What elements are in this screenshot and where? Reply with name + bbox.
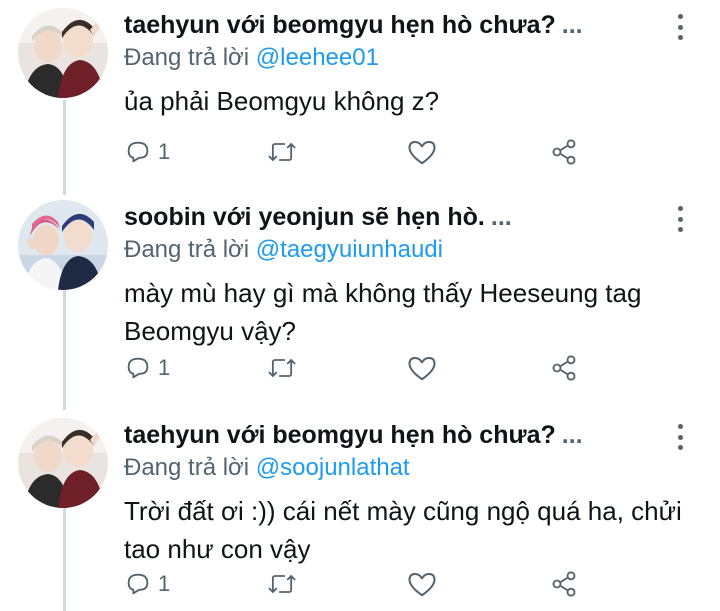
retweet-button[interactable] bbox=[266, 136, 298, 168]
like-button[interactable] bbox=[407, 568, 437, 600]
reply-icon bbox=[127, 573, 149, 595]
reply-icon bbox=[127, 357, 149, 379]
avatar[interactable] bbox=[18, 200, 108, 290]
reply-count: 1 bbox=[158, 139, 171, 164]
share-icon bbox=[552, 355, 576, 381]
tweet-text: ủa phải Beomgyu không z? bbox=[124, 86, 440, 116]
replying-to-label: Đang trả lời bbox=[124, 454, 250, 481]
tweet[interactable]: soobin với yeonjun sẽ hẹn hò.... Đang tr… bbox=[0, 192, 720, 406]
reply-handle-link[interactable]: @taegyuiunhaudi bbox=[256, 236, 443, 263]
retweet-button[interactable] bbox=[266, 568, 298, 600]
display-name[interactable]: taehyun với beomgyu hẹn hò chưa? bbox=[124, 421, 556, 449]
display-name[interactable]: taehyun với beomgyu hẹn hò chưa? bbox=[124, 11, 556, 39]
replying-to-label: Đang trả lời bbox=[124, 44, 250, 71]
like-icon bbox=[408, 141, 436, 165]
avatar[interactable] bbox=[18, 418, 108, 508]
tweet-header: taehyun với beomgyu hẹn hò chưa?... bbox=[124, 10, 660, 40]
tweet-header: taehyun với beomgyu hẹn hò chưa?... bbox=[124, 420, 660, 450]
replying-to: Đang trả lời @taegyuiunhaudi bbox=[124, 236, 443, 264]
tweet-actions: 1 bbox=[124, 352, 594, 384]
more-options-icon[interactable] bbox=[670, 424, 690, 450]
reply-button[interactable]: 1 bbox=[124, 136, 170, 168]
reply-handle-link[interactable]: @leehee01 bbox=[256, 44, 379, 71]
retweet-icon bbox=[268, 359, 296, 377]
replying-to-label: Đang trả lời bbox=[124, 236, 250, 263]
tweet-text: mày mù hay gì mà không thấy Heeseung tag… bbox=[124, 278, 642, 346]
reply-count: 1 bbox=[158, 355, 171, 380]
name-truncation: ... bbox=[561, 11, 583, 39]
tweet-actions: 1 bbox=[124, 568, 594, 600]
like-icon bbox=[408, 573, 436, 597]
reply-count: 1 bbox=[158, 571, 171, 596]
retweet-button[interactable] bbox=[266, 352, 298, 384]
more-options-icon[interactable] bbox=[670, 14, 690, 40]
reply-button[interactable]: 1 bbox=[124, 568, 170, 600]
tweet-actions: 1 bbox=[124, 136, 594, 168]
like-icon bbox=[408, 357, 436, 381]
retweet-icon bbox=[268, 143, 296, 161]
tweet[interactable]: taehyun với beomgyu hẹn hò chưa?... Đang… bbox=[0, 0, 720, 190]
tweet-text: Trời đất ơi :)) cái nết mày cũng ngộ quá… bbox=[124, 496, 682, 564]
tweet[interactable]: taehyun với beomgyu hẹn hò chưa?... Đang… bbox=[0, 410, 720, 611]
name-truncation: ... bbox=[490, 203, 512, 231]
replying-to: Đang trả lời @soojunlathat bbox=[124, 454, 410, 482]
avatar[interactable] bbox=[18, 8, 108, 98]
share-button[interactable] bbox=[549, 568, 579, 600]
share-button[interactable] bbox=[549, 352, 579, 384]
like-button[interactable] bbox=[407, 352, 437, 384]
name-truncation: ... bbox=[561, 421, 583, 449]
reply-handle-link[interactable]: @soojunlathat bbox=[256, 454, 410, 481]
reply-button[interactable]: 1 bbox=[124, 352, 170, 384]
more-options-icon[interactable] bbox=[670, 206, 690, 232]
share-button[interactable] bbox=[549, 136, 579, 168]
replying-to: Đang trả lời @leehee01 bbox=[124, 44, 379, 72]
retweet-icon bbox=[268, 575, 296, 593]
share-icon bbox=[552, 571, 576, 597]
share-icon bbox=[552, 139, 576, 165]
reply-icon bbox=[127, 141, 149, 163]
tweet-header: soobin với yeonjun sẽ hẹn hò.... bbox=[124, 202, 660, 232]
like-button[interactable] bbox=[407, 136, 437, 168]
display-name[interactable]: soobin với yeonjun sẽ hẹn hò. bbox=[124, 203, 485, 231]
